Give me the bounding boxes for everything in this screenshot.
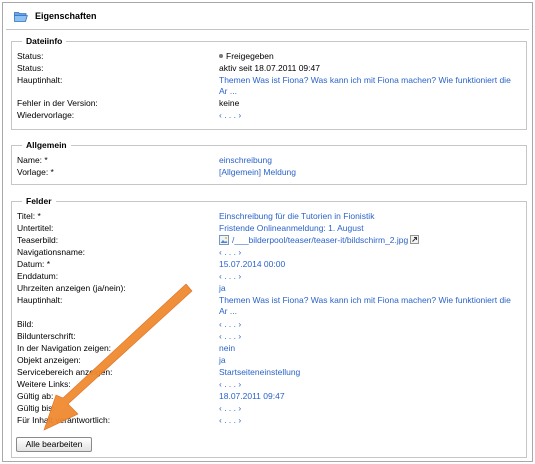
- info-row: Status: aktiv seit 18.07.2011 09:47: [17, 63, 520, 74]
- field-value-link[interactable]: Themen Was ist Fiona? Was kann ich mit F…: [219, 295, 520, 317]
- folder-open-icon: [14, 12, 28, 22]
- field-row: Weitere Links: ‹ . . . ›: [17, 379, 520, 390]
- field-value: aktiv seit 18.07.2011 09:47: [219, 63, 320, 73]
- field-label: Titel: *: [17, 211, 41, 221]
- field-label: Gültig ab:: [17, 391, 54, 401]
- field-value-link[interactable]: [Allgemein] Meldung: [219, 167, 520, 178]
- page-title: Eigenschaften: [35, 11, 97, 21]
- field-row: Bild: ‹ . . . ›: [17, 319, 520, 330]
- field-label: Für Inhalt verantwortlich:: [17, 415, 111, 425]
- field-label: Bild:: [17, 319, 34, 329]
- status-dot-icon: [219, 54, 223, 58]
- header-divider: [6, 29, 529, 30]
- field-label: Gültig bis:: [17, 403, 55, 413]
- section-legend: Felder: [22, 195, 56, 207]
- field-value: Freigegeben: [226, 51, 274, 61]
- field-value-link[interactable]: nein: [219, 343, 520, 354]
- felder-section: Felder Titel: * Einschreibung für die Tu…: [11, 195, 527, 458]
- field-value-link[interactable]: Themen Was ist Fiona? Was kann ich mit F…: [219, 75, 520, 97]
- field-label: Enddatum:: [17, 271, 59, 281]
- field-row: Enddatum: ‹ . . . ›: [17, 271, 520, 282]
- field-value-link[interactable]: Fristende Onlineanmeldung: 1. August: [219, 223, 520, 234]
- field-label: Vorlage: *: [17, 167, 54, 177]
- field-label: Status:: [17, 51, 44, 61]
- field-label: Teaserbild:: [17, 235, 59, 245]
- field-value-link[interactable]: Startseiteneinstellung: [219, 367, 520, 378]
- empty-value-link[interactable]: ‹ . . . ›: [219, 110, 520, 121]
- empty-value-link[interactable]: ‹ . . . ›: [219, 271, 520, 282]
- field-row: Hauptinhalt: Themen Was ist Fiona? Was k…: [17, 295, 520, 317]
- field-row: Teaserbild: /___bilderpool/teaser/teaser…: [17, 235, 520, 246]
- field-row: Gültig bis: ‹ . . . ›: [17, 403, 520, 414]
- empty-value-link[interactable]: ‹ . . . ›: [219, 319, 520, 330]
- section-legend: Dateiinfo: [22, 35, 67, 47]
- field-label: Datum: *: [17, 259, 51, 269]
- field-label: Objekt anzeigen:: [17, 355, 81, 365]
- dateiinfo-section: Dateiinfo Status: Freigegeben Status: ak…: [11, 35, 527, 130]
- field-row: Bildunterschrift: ‹ . . . ›: [17, 331, 520, 342]
- field-label: Name: *: [17, 155, 48, 165]
- field-row: Objekt anzeigen: ja: [17, 355, 520, 366]
- teaser-image-link[interactable]: /___bilderpool/teaser/teaser-it/bildschi…: [232, 235, 408, 245]
- info-row: Fehler in der Version: keine: [17, 98, 520, 109]
- info-row: Vorlage: * [Allgemein] Meldung: [17, 167, 520, 178]
- info-row: Wiedervorlage: ‹ . . . ›: [17, 110, 520, 121]
- field-label: Hauptinhalt:: [17, 75, 63, 85]
- info-row: Name: * einschreibung: [17, 155, 520, 166]
- field-row: Gültig ab: 18.07.2011 09:47: [17, 391, 520, 402]
- field-label: Weitere Links:: [17, 379, 71, 389]
- info-row: Hauptinhalt: Themen Was ist Fiona? Was k…: [17, 75, 520, 97]
- empty-value-link[interactable]: ‹ . . . ›: [219, 403, 520, 414]
- image-file-icon: [219, 235, 229, 245]
- properties-panel: Eigenschaften Dateiinfo Status: Freigege…: [2, 2, 533, 462]
- empty-value-link[interactable]: ‹ . . . ›: [219, 247, 520, 258]
- field-label: Hauptinhalt:: [17, 295, 63, 305]
- field-row: Für Inhalt verantwortlich: ‹ . . . ›: [17, 415, 520, 426]
- field-label: In der Navigation zeigen:: [17, 343, 112, 353]
- field-row: Titel: * Einschreibung für die Tutorien …: [17, 211, 520, 222]
- field-row: Servicebereich anzeigen: Startseiteneins…: [17, 367, 520, 378]
- field-label: Navigationsname:: [17, 247, 86, 257]
- empty-value-link[interactable]: ‹ . . . ›: [219, 331, 520, 342]
- field-value-link[interactable]: ja: [219, 355, 520, 366]
- field-value-link[interactable]: 18.07.2011 09:47: [219, 391, 520, 402]
- panel-header: Eigenschaften: [3, 3, 532, 29]
- empty-value-link[interactable]: ‹ . . . ›: [219, 415, 520, 426]
- field-row: Navigationsname: ‹ . . . ›: [17, 247, 520, 258]
- external-link-icon[interactable]: [410, 235, 420, 244]
- field-label: Fehler in der Version:: [17, 98, 98, 108]
- field-value-link[interactable]: ja: [219, 283, 520, 294]
- section-legend: Allgemein: [22, 139, 71, 151]
- info-row: Status: Freigegeben: [17, 51, 520, 62]
- field-value-link[interactable]: 15.07.2014 00:00: [219, 259, 520, 270]
- field-row: Uhrzeiten anzeigen (ja/nein): ja: [17, 283, 520, 294]
- field-row: Untertitel: Fristende Onlineanmeldung: 1…: [17, 223, 520, 234]
- field-value: keine: [219, 98, 240, 108]
- field-label: Wiedervorlage:: [17, 110, 75, 120]
- allgemein-section: Allgemein Name: * einschreibung Vorlage:…: [11, 139, 527, 185]
- field-row: Datum: * 15.07.2014 00:00: [17, 259, 520, 270]
- field-label: Uhrzeiten anzeigen (ja/nein):: [17, 283, 126, 293]
- field-value-link[interactable]: Einschreibung für die Tutorien in Fionis…: [219, 211, 520, 222]
- field-label: Bildunterschrift:: [17, 331, 76, 341]
- empty-value-link[interactable]: ‹ . . . ›: [219, 379, 520, 390]
- field-value-link[interactable]: einschreibung: [219, 155, 520, 166]
- edit-all-button[interactable]: Alle bearbeiten: [16, 437, 92, 452]
- field-row: In der Navigation zeigen: nein: [17, 343, 520, 354]
- field-label: Status:: [17, 63, 44, 73]
- field-label: Servicebereich anzeigen:: [17, 367, 113, 377]
- field-label: Untertitel:: [17, 223, 54, 233]
